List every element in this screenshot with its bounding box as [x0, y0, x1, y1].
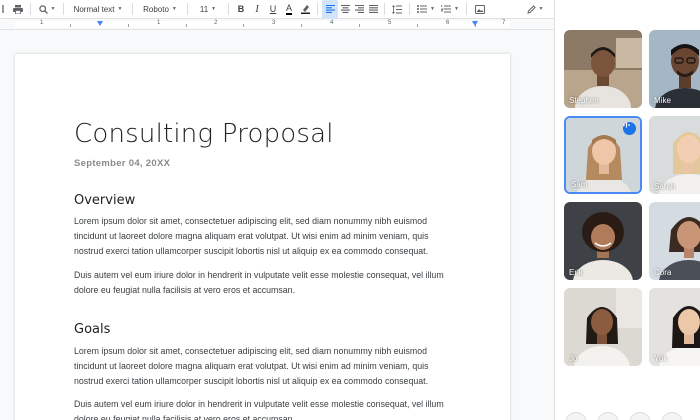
chevron-down-icon: ▼	[211, 6, 217, 12]
paragraph-style-select[interactable]: Normal text ▼	[68, 0, 128, 19]
participant-tile-speaking[interactable]: Sam	[564, 116, 642, 194]
underline-icon: U	[269, 4, 277, 14]
formatting-toolbar: ▼ Normal text ▼ Roboto ▼ 11 ▼ B I U A ▼ …	[0, 0, 554, 19]
paragraph-style-value: Normal text	[73, 4, 115, 14]
zoom-icon[interactable]: ▼	[35, 0, 59, 19]
captions-button[interactable]	[629, 412, 651, 420]
justify-icon	[368, 5, 378, 13]
ruler-label: 1	[40, 20, 44, 26]
speaking-indicator-icon	[623, 122, 636, 135]
image-icon	[475, 4, 485, 14]
ruler-strip	[15, 21, 510, 28]
bulleted-list-button[interactable]: ▼	[414, 0, 438, 19]
section-heading: Overview	[74, 193, 136, 208]
ruler-label: 4	[330, 20, 334, 26]
chevron-down-icon: ▼	[171, 6, 177, 12]
participant-tile[interactable]: Jo	[564, 288, 642, 366]
document-date: September 04, 20XX	[74, 158, 171, 169]
align-right-icon	[354, 5, 364, 13]
ruler-tick	[417, 24, 418, 27]
participant-name: Sam	[571, 180, 588, 189]
participant-name: Mike	[654, 96, 671, 105]
docs-editor: ▼ Normal text ▼ Roboto ▼ 11 ▼ B I U A ▼ …	[0, 0, 554, 420]
insert-image-button[interactable]	[471, 0, 489, 19]
print-icon[interactable]	[10, 0, 26, 19]
pencil-icon	[526, 4, 536, 14]
underline-button[interactable]: U	[265, 0, 281, 19]
body-paragraph: Lorem ipsum dolor sit amet, consectetuer…	[74, 346, 429, 386]
left-indent-marker[interactable]	[97, 21, 103, 26]
align-right-button[interactable]	[352, 0, 366, 19]
participant-name: Sarah	[654, 182, 676, 191]
ruler-tick	[186, 24, 187, 27]
chevron-down-icon: ▼	[538, 6, 544, 12]
meet-side-panel: Stephen Mike Sam Sarah Erik Cora Jo Yuk	[554, 0, 700, 420]
highlighter-icon	[300, 5, 310, 14]
participant-name: Jo	[569, 354, 578, 363]
ruler-label: 5	[388, 20, 392, 26]
font-family-value: Roboto	[143, 4, 169, 14]
ruler-tick	[301, 24, 302, 27]
participant-name: Cora	[654, 268, 672, 277]
text-color-icon: A	[285, 2, 292, 15]
participant-name: Yuk	[654, 354, 668, 363]
italic-icon: I	[255, 3, 259, 15]
ruler-label: 1	[157, 20, 161, 26]
italic-button[interactable]: I	[249, 0, 265, 19]
document-page[interactable]: Consulting Proposal September 04, 20XX O…	[15, 54, 510, 420]
section-heading: Goals	[74, 322, 111, 337]
chevron-down-icon: ▼	[454, 6, 459, 12]
align-left-button[interactable]	[322, 0, 338, 19]
ruler-tick	[243, 24, 244, 27]
horizontal-ruler[interactable]: 1 1 2 3 4 5 6 7	[0, 19, 554, 30]
body-paragraph: Lorem ipsum dolor sit amet, consectetuer…	[74, 216, 429, 256]
font-size-select[interactable]: 11 ▼	[192, 0, 224, 19]
highlight-button[interactable]	[297, 0, 313, 19]
justify-button[interactable]	[366, 0, 380, 19]
partial-icon	[0, 0, 10, 19]
raise-hand-button[interactable]	[565, 412, 587, 420]
ruler-tick	[70, 24, 71, 27]
font-family-select[interactable]: Roboto ▼	[137, 0, 183, 19]
body-paragraph: Duis autem vel eum iriure dolor in hendr…	[74, 270, 444, 295]
more-options-button[interactable]	[661, 412, 683, 420]
body-paragraph: Duis autem vel eum iriure dolor in hendr…	[74, 399, 444, 420]
ruler-tick	[359, 24, 360, 27]
numbered-list-button[interactable]: ▼	[438, 0, 462, 19]
ruler-label: 7	[502, 20, 506, 26]
font-size-value: 11	[199, 4, 209, 14]
align-center-button[interactable]	[338, 0, 352, 19]
numbered-list-icon	[441, 5, 452, 13]
meet-controls-bar	[555, 408, 700, 420]
align-left-icon	[325, 5, 335, 13]
bold-button[interactable]: B	[233, 0, 249, 19]
chevron-down-icon: ▼	[117, 6, 123, 12]
ruler-label: 2	[214, 20, 218, 26]
participant-tile[interactable]: Cora	[649, 202, 700, 280]
align-center-icon	[340, 5, 350, 13]
line-spacing-icon	[392, 4, 402, 14]
bullet-list-icon	[417, 5, 428, 13]
line-spacing-button[interactable]	[389, 0, 405, 19]
participant-name: Erik	[569, 268, 583, 277]
participant-tile[interactable]: Erik	[564, 202, 642, 280]
text-color-button[interactable]: A	[281, 0, 297, 19]
participant-tile[interactable]: Yuk	[649, 288, 700, 366]
participant-tile[interactable]: Stephen	[564, 30, 642, 108]
ruler-label: 6	[446, 20, 450, 26]
document-title: Consulting Proposal	[74, 119, 334, 149]
chevron-down-icon: ▼	[430, 6, 435, 12]
participant-tile[interactable]: Mike	[649, 30, 700, 108]
present-button[interactable]	[597, 412, 619, 420]
participant-name: Stephen	[569, 96, 599, 105]
ruler-label: 3	[272, 20, 276, 26]
participant-tile[interactable]: Sarah	[649, 116, 700, 194]
right-indent-marker[interactable]	[472, 21, 478, 26]
bold-icon: B	[237, 4, 245, 14]
editing-mode-button[interactable]: ▼	[522, 0, 548, 19]
ruler-tick	[128, 24, 129, 27]
